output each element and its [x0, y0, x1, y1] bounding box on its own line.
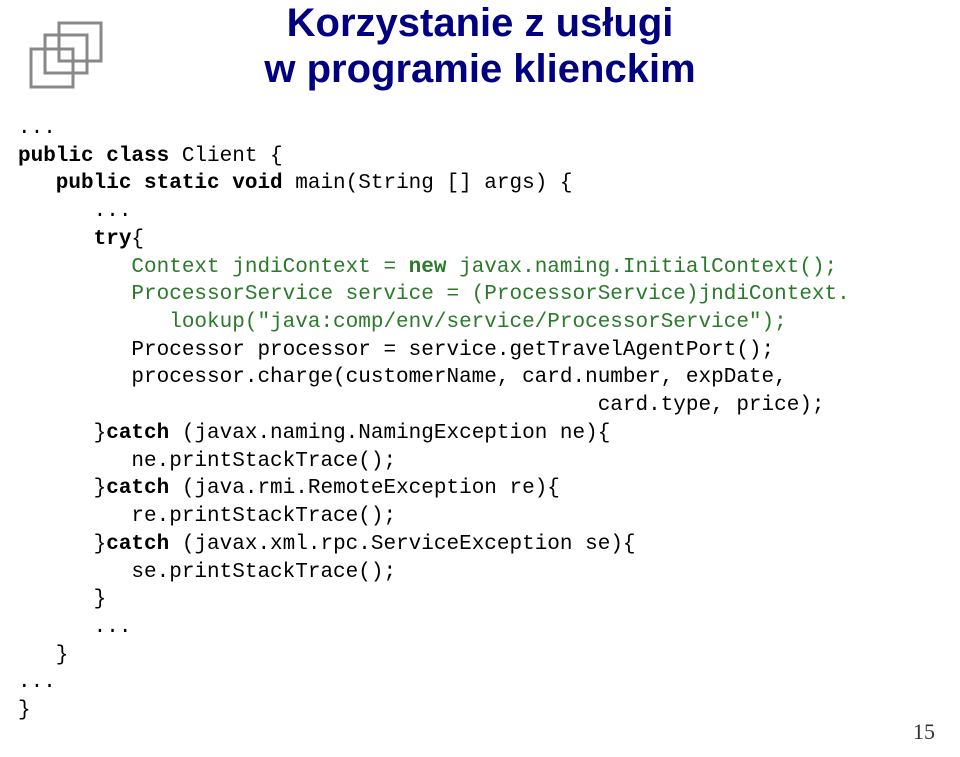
- code-text: (javax.xml.rpc.ServiceException se){: [182, 533, 636, 556]
- code-line: }: [18, 588, 106, 611]
- code-keyword: catch: [106, 533, 182, 556]
- code-line: ...: [18, 117, 56, 140]
- code-line: }: [18, 699, 31, 722]
- code-text: (java.rmi.RemoteException re){: [182, 477, 560, 500]
- slide-title: Korzystanie z usługi w programie klienck…: [0, 0, 960, 92]
- code-line: ne.printStackTrace();: [18, 450, 396, 473]
- code-keyword: public static void: [18, 172, 295, 195]
- code-keyword: public class: [18, 145, 182, 168]
- code-context: javax.naming.InitialContext();: [459, 256, 837, 279]
- title-line-1: Korzystanie z usługi: [287, 1, 674, 45]
- code-keyword: try: [18, 228, 131, 251]
- code-keyword: new: [409, 256, 459, 279]
- code-line: card.type, price);: [18, 394, 825, 417]
- code-text: }: [18, 422, 106, 445]
- code-context: lookup("java:comp/env/service/ProcessorS…: [18, 311, 787, 334]
- code-text: main(String [] args) {: [295, 172, 572, 195]
- code-block: ... public class Client { public static …: [18, 115, 850, 725]
- code-line: ...: [18, 671, 56, 694]
- code-line: re.printStackTrace();: [18, 505, 396, 528]
- code-text: }: [18, 477, 106, 500]
- code-text: Client {: [182, 145, 283, 168]
- code-line: Processor processor = service.getTravelA…: [18, 339, 774, 362]
- page-number: 15: [913, 719, 935, 745]
- code-context: Context jndiContext =: [18, 256, 409, 279]
- code-text: {: [131, 228, 144, 251]
- code-line: processor.charge(customerName, card.numb…: [18, 366, 787, 389]
- code-text: (javax.naming.NamingException ne){: [182, 422, 610, 445]
- code-line: }: [18, 644, 68, 667]
- code-text: }: [18, 533, 106, 556]
- title-line-2: w programie klienckim: [264, 47, 695, 91]
- code-line: ...: [18, 200, 131, 223]
- code-line: ...: [18, 616, 131, 639]
- code-keyword: catch: [106, 477, 182, 500]
- code-line: se.printStackTrace();: [18, 561, 396, 584]
- code-keyword: catch: [106, 422, 182, 445]
- code-context: ProcessorService service = (ProcessorSer…: [18, 283, 850, 306]
